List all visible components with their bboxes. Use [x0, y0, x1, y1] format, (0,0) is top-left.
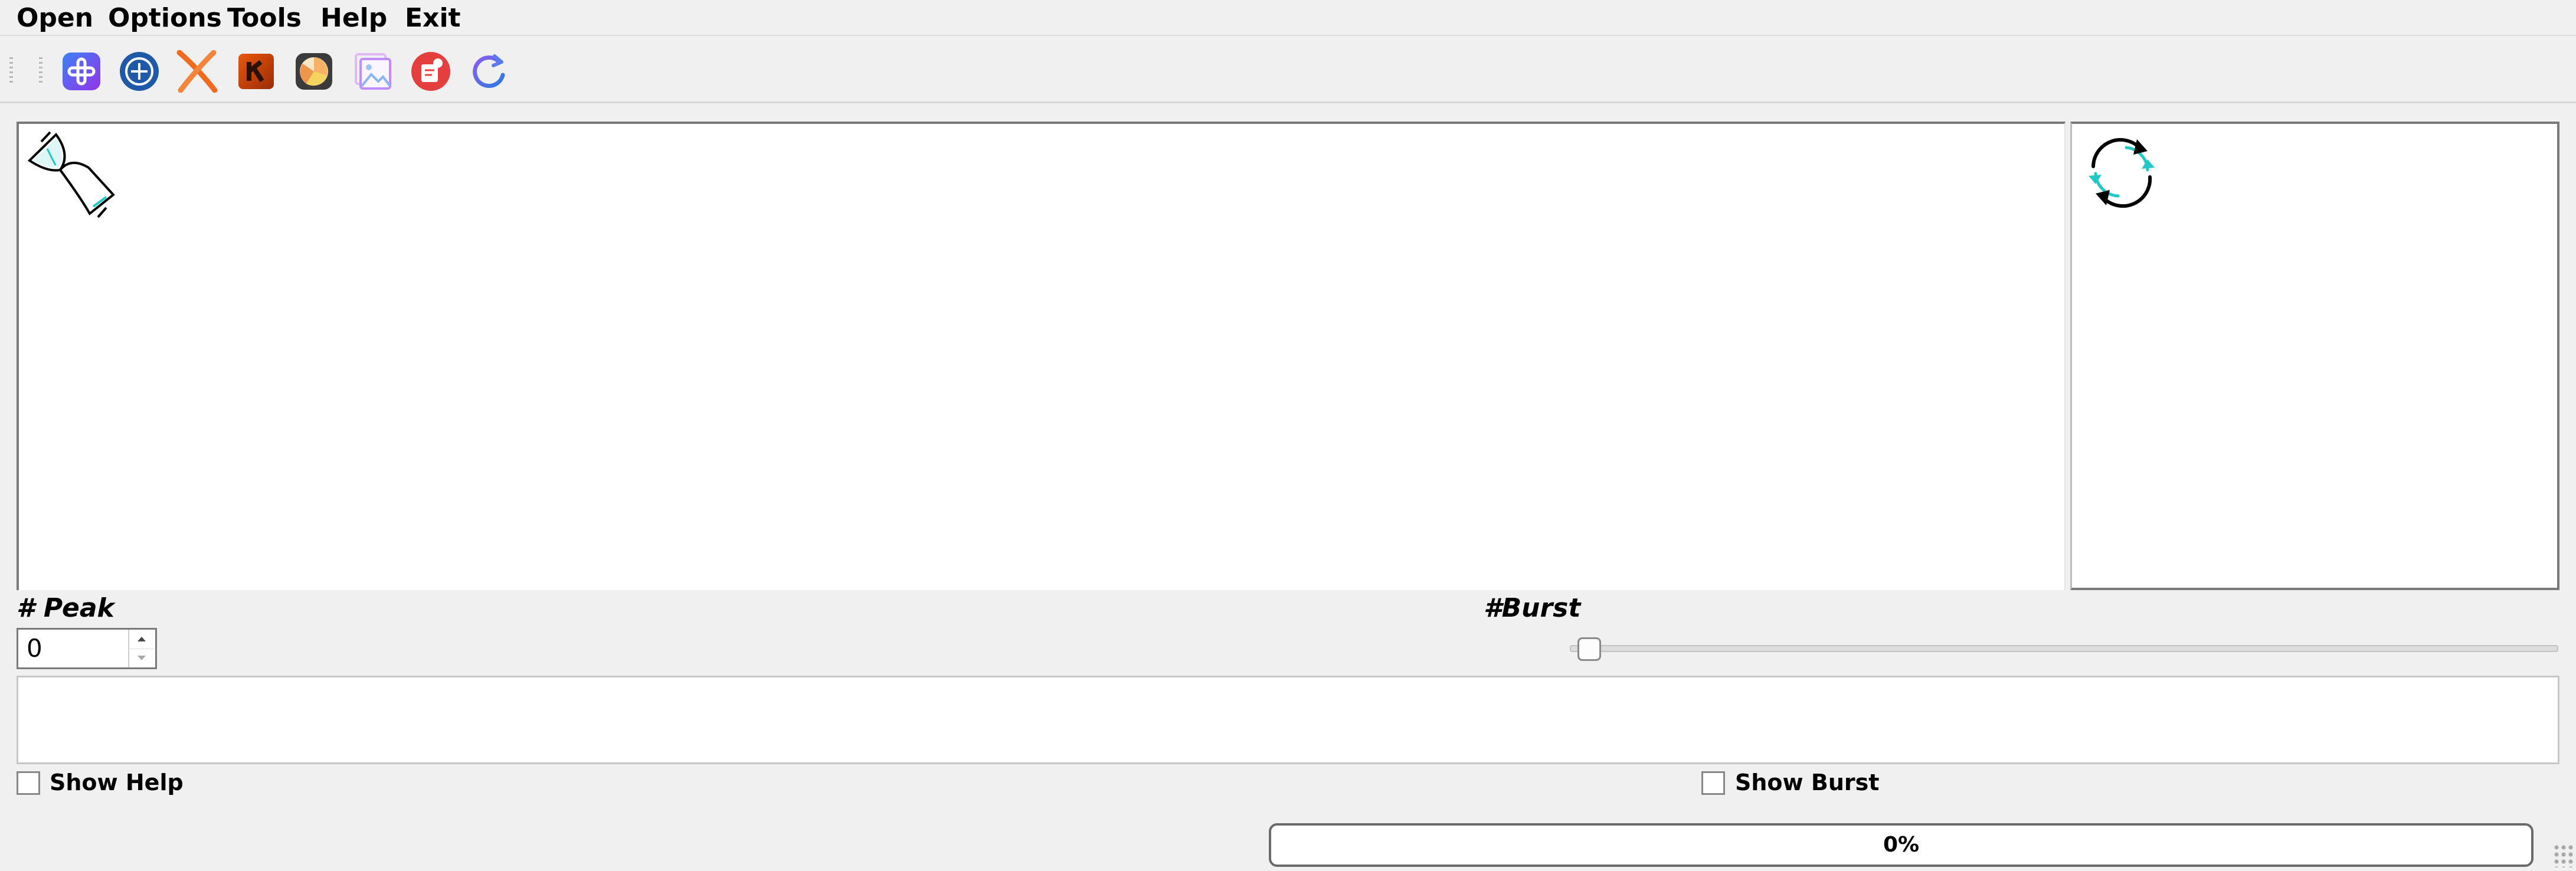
add-button[interactable]	[59, 49, 104, 94]
burst-slider[interactable]	[1570, 645, 2558, 652]
chart-disc-icon	[296, 53, 332, 90]
menu-options[interactable]: Options	[108, 0, 222, 36]
menu-tools[interactable]: Tools	[227, 0, 302, 36]
peak-spinbox[interactable]: 0	[17, 628, 157, 669]
spin-buttons	[128, 630, 155, 667]
k-tool-button[interactable]	[234, 49, 279, 94]
show-help-label[interactable]: Show Help	[50, 770, 184, 795]
menu-open[interactable]: Open	[17, 0, 93, 36]
graph-canvas[interactable]	[17, 122, 2066, 590]
progress-bar: 0%	[1269, 823, 2534, 867]
toolbar	[0, 37, 2576, 103]
menu-exit[interactable]: Exit	[405, 0, 461, 36]
show-burst-checkbox[interactable]	[1701, 771, 1725, 795]
progress-text: 0%	[1883, 833, 1920, 857]
peak-value[interactable]: 0	[27, 630, 42, 667]
resize-grip[interactable]	[2553, 844, 2574, 867]
image-gallery-icon	[355, 53, 391, 90]
refresh-icon	[473, 54, 505, 89]
side-panel	[2070, 122, 2559, 590]
toolbar-grip[interactable]	[9, 57, 13, 84]
circle-plus-icon	[120, 52, 159, 91]
show-burst-label[interactable]: Show Burst	[1735, 770, 1879, 795]
hourglass-loading-icon	[27, 131, 115, 218]
peak-label: # Peak	[17, 593, 114, 623]
toolbar-grip[interactable]	[39, 57, 42, 84]
chart-button[interactable]	[292, 49, 336, 94]
sticker-icon	[411, 52, 450, 91]
arrow-up-icon	[138, 637, 146, 641]
burst-label: #Burst	[1484, 593, 1581, 623]
show-help-checkbox[interactable]	[17, 771, 40, 795]
sticker-button[interactable]	[408, 49, 453, 94]
spin-up-button[interactable]	[129, 630, 154, 649]
menu-help[interactable]: Help	[320, 0, 387, 36]
circle-plus-button[interactable]	[117, 49, 162, 94]
arrow-down-icon	[138, 656, 146, 660]
close-x-icon	[176, 50, 218, 93]
menu-bar: Open Options Tools Help Exit	[0, 0, 2576, 36]
add-icon	[63, 53, 100, 90]
close-button[interactable]	[175, 49, 220, 94]
output-text-area[interactable]	[17, 676, 2559, 764]
gallery-button[interactable]	[351, 49, 395, 94]
refresh-button[interactable]	[466, 49, 511, 94]
burst-slider-handle[interactable]	[1577, 637, 1601, 661]
sync-arrows-icon	[2089, 137, 2155, 208]
k-logo-icon	[238, 54, 274, 89]
spin-down-button[interactable]	[129, 649, 154, 667]
